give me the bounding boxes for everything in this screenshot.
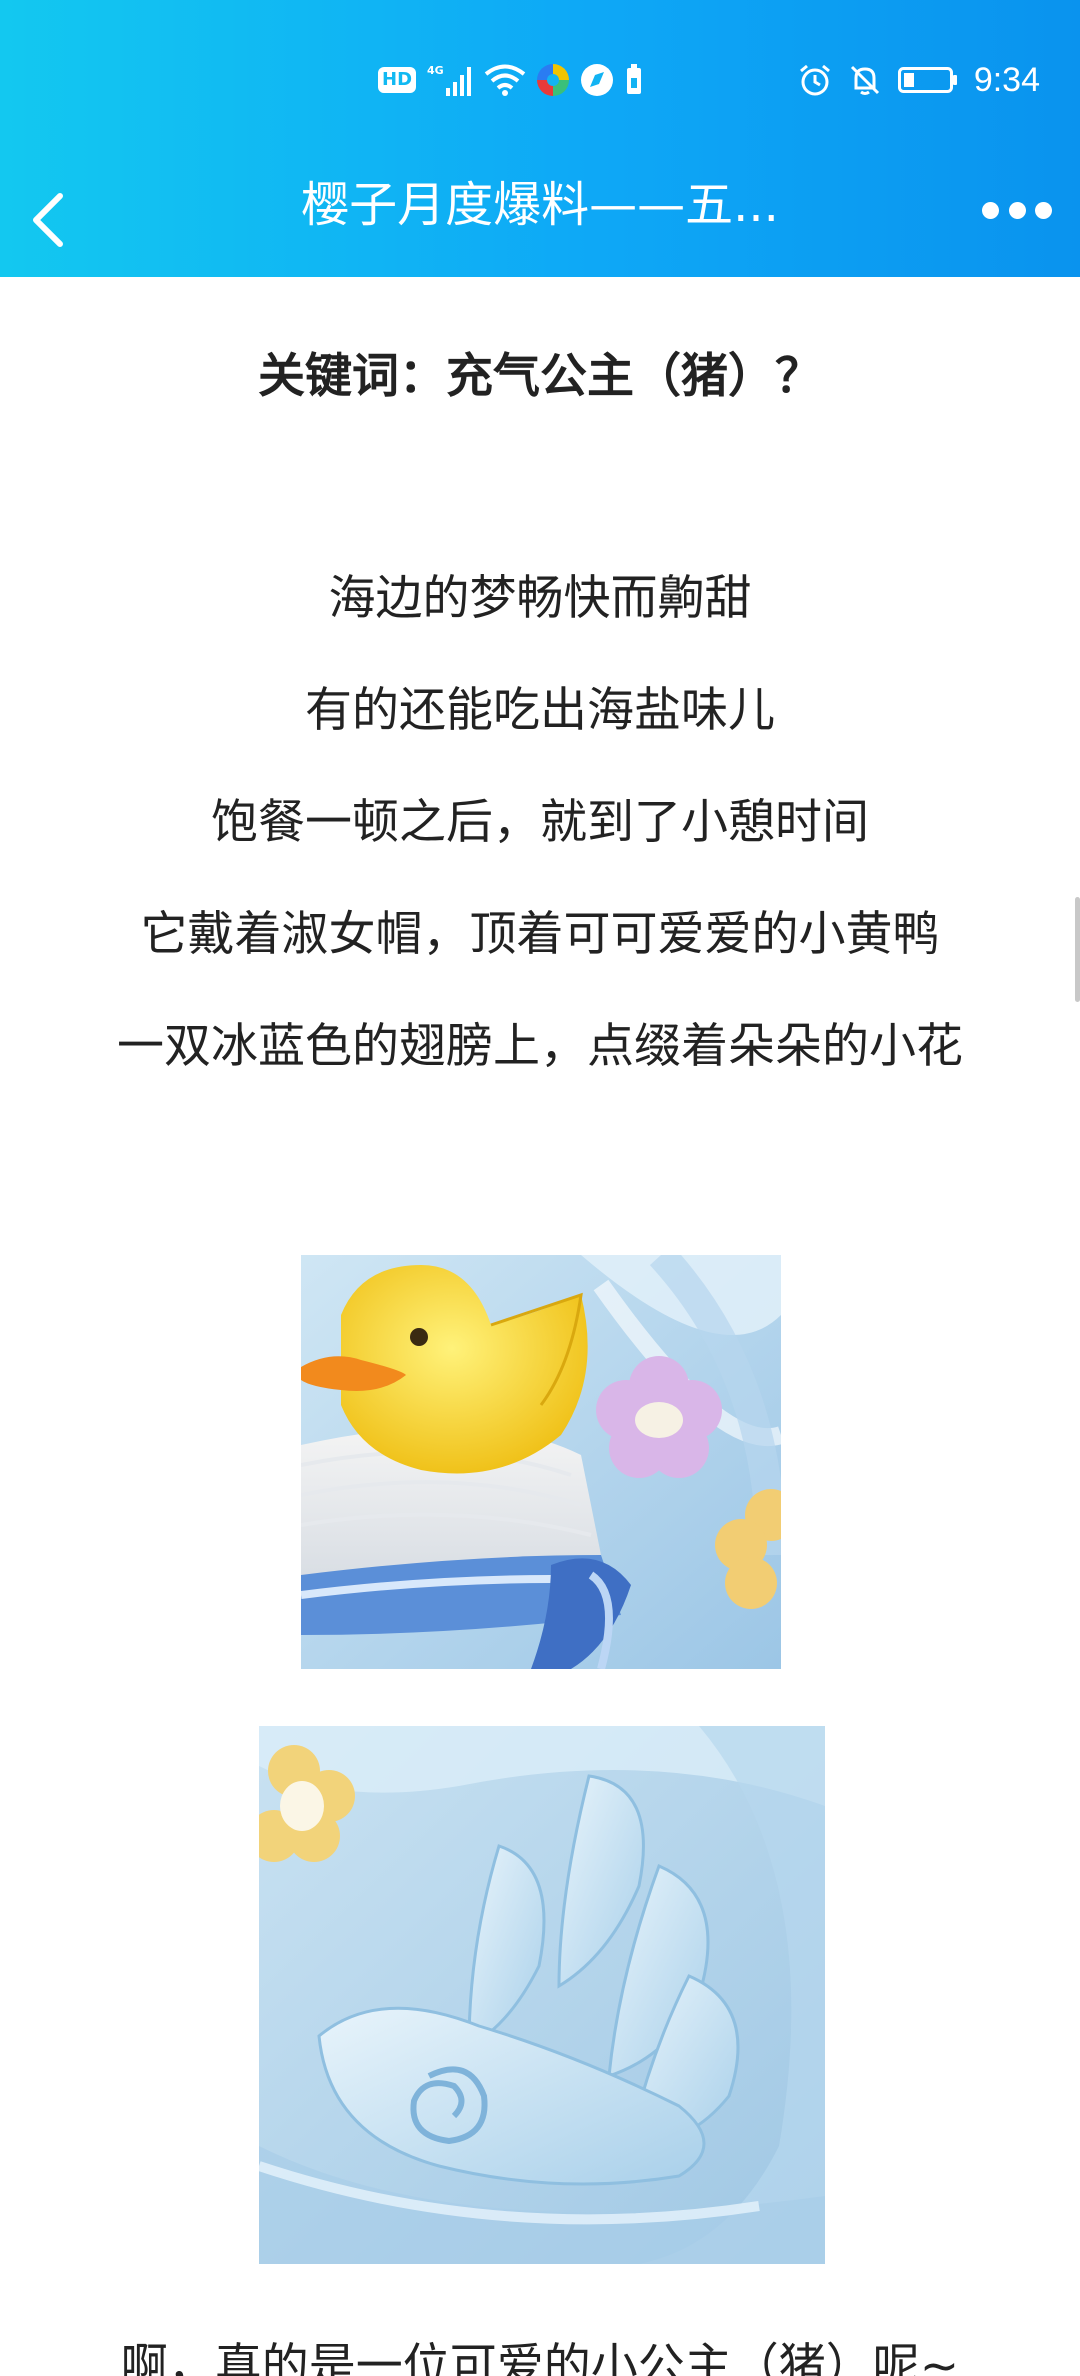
alarm-icon [798, 63, 832, 97]
page-title: 樱子月度爆料——五... [301, 177, 779, 233]
wing-image[interactable] [259, 1726, 825, 2264]
app-color-icon [536, 63, 570, 97]
4g-signal-icon: 4G [426, 62, 474, 98]
poem-line: 一双冰蓝色的翅膀上，点缀着朵朵的小花 [117, 1019, 963, 1074]
duck-hat-illustration [301, 1255, 781, 1669]
article-content[interactable]: 关键词：充气公主（猪）？ 海边的梦畅快而齁甜 有的还能吃出海盐味儿 饱餐一顿之后… [0, 277, 1080, 2376]
sim-card-icon [624, 64, 644, 96]
mute-bell-icon [848, 63, 882, 97]
svg-text:4G: 4G [427, 64, 444, 77]
wifi-icon [484, 63, 526, 97]
battery-icon [897, 65, 958, 95]
app-compass-icon [580, 63, 614, 97]
back-button[interactable] [18, 190, 78, 250]
chevron-left-icon [33, 193, 63, 247]
scrollbar-thumb[interactable] [1075, 897, 1080, 1002]
poem-line: 饱餐一顿之后，就到了小憩时间 [211, 795, 869, 850]
status-left-icons: HD 4G [378, 60, 644, 100]
status-bar: HD 4G 9:34 [0, 0, 1080, 160]
wing-illustration [259, 1726, 825, 2264]
status-right-icons: 9:34 [798, 56, 1040, 104]
poem-line: 它戴着淑女帽，顶着可可爱爱的小黄鸭 [140, 907, 940, 962]
poem-line: 有的还能吃出海盐味儿 [305, 683, 775, 738]
app-header: HD 4G 9:34 樱子月度爆料——五... [0, 0, 1080, 277]
more-dot [1008, 201, 1026, 219]
duck-hat-image[interactable] [301, 1255, 781, 1669]
poem-line: 海边的梦畅快而齁甜 [328, 571, 752, 626]
more-dots-icon [982, 201, 999, 219]
more-button[interactable] [982, 190, 1052, 230]
keyword-title: 关键词：充气公主（猪）？ [258, 349, 822, 404]
nav-bar: 樱子月度爆料——五... [0, 160, 1080, 277]
hd-icon: HD [378, 67, 417, 93]
more-dot [1035, 201, 1052, 219]
closing-line: 啊，真的是一位可爱的小公主（猪）呢~ [120, 2339, 960, 2376]
clock-time: 9:34 [973, 61, 1040, 99]
